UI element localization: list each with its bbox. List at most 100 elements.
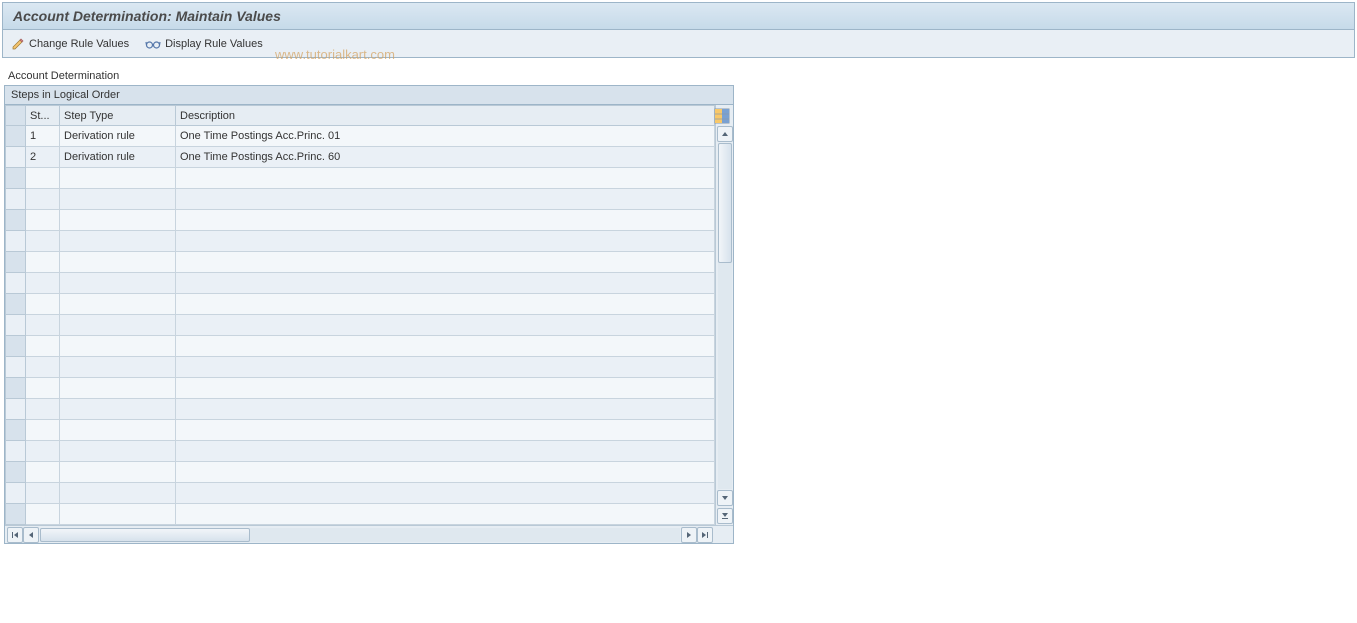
- table-row-empty[interactable]: [6, 399, 715, 420]
- row-selector[interactable]: [6, 315, 26, 336]
- row-selector[interactable]: [6, 441, 26, 462]
- scroll-track-vertical[interactable]: [718, 143, 732, 489]
- cell-step-type[interactable]: [60, 357, 176, 378]
- row-selector[interactable]: [6, 504, 26, 525]
- scroll-left-button[interactable]: [23, 527, 39, 543]
- cell-description[interactable]: [176, 294, 715, 315]
- table-row-empty[interactable]: [6, 189, 715, 210]
- table-row-empty[interactable]: [6, 231, 715, 252]
- cell-step-type[interactable]: [60, 168, 176, 189]
- cell-description[interactable]: [176, 336, 715, 357]
- cell-description[interactable]: [176, 168, 715, 189]
- display-rule-values-button[interactable]: Display Rule Values: [145, 38, 263, 50]
- table-row-empty[interactable]: [6, 315, 715, 336]
- cell-step-type[interactable]: [60, 315, 176, 336]
- scroll-left-end-button[interactable]: [7, 527, 23, 543]
- table-row[interactable]: 2Derivation ruleOne Time Postings Acc.Pr…: [6, 147, 715, 168]
- row-selector[interactable]: [6, 168, 26, 189]
- cell-step-type[interactable]: [60, 504, 176, 525]
- cell-st[interactable]: [26, 441, 60, 462]
- cell-st[interactable]: [26, 462, 60, 483]
- cell-st[interactable]: 2: [26, 147, 60, 168]
- cell-description[interactable]: [176, 231, 715, 252]
- row-selector[interactable]: [6, 336, 26, 357]
- row-selector[interactable]: [6, 462, 26, 483]
- cell-step-type[interactable]: [60, 294, 176, 315]
- column-header-step-type[interactable]: Step Type: [60, 106, 176, 126]
- cell-step-type[interactable]: Derivation rule: [60, 126, 176, 147]
- table-row-empty[interactable]: [6, 210, 715, 231]
- cell-description[interactable]: One Time Postings Acc.Princ. 01: [176, 126, 715, 147]
- row-selector[interactable]: [6, 294, 26, 315]
- cell-st[interactable]: [26, 399, 60, 420]
- row-selector[interactable]: [6, 399, 26, 420]
- cell-step-type[interactable]: [60, 252, 176, 273]
- cell-st[interactable]: [26, 378, 60, 399]
- cell-st[interactable]: [26, 336, 60, 357]
- cell-step-type[interactable]: [60, 273, 176, 294]
- row-selector[interactable]: [6, 231, 26, 252]
- cell-description[interactable]: [176, 420, 715, 441]
- table-row-empty[interactable]: [6, 378, 715, 399]
- row-selector[interactable]: [6, 357, 26, 378]
- cell-step-type[interactable]: [60, 336, 176, 357]
- row-selector[interactable]: [6, 189, 26, 210]
- table-row-empty[interactable]: [6, 168, 715, 189]
- cell-description[interactable]: [176, 189, 715, 210]
- row-selector[interactable]: [6, 420, 26, 441]
- cell-step-type[interactable]: Derivation rule: [60, 147, 176, 168]
- row-selector[interactable]: [6, 210, 26, 231]
- cell-step-type[interactable]: [60, 441, 176, 462]
- scroll-down-button[interactable]: [717, 490, 733, 506]
- row-selector[interactable]: [6, 483, 26, 504]
- vertical-scrollbar[interactable]: [715, 105, 733, 525]
- table-row-empty[interactable]: [6, 273, 715, 294]
- column-header-st[interactable]: St...: [26, 106, 60, 126]
- table-row-empty[interactable]: [6, 252, 715, 273]
- scroll-thumb-horizontal[interactable]: [40, 528, 250, 542]
- cell-description[interactable]: [176, 210, 715, 231]
- cell-st[interactable]: [26, 504, 60, 525]
- row-selector[interactable]: [6, 147, 26, 168]
- cell-step-type[interactable]: [60, 210, 176, 231]
- cell-step-type[interactable]: [60, 483, 176, 504]
- cell-description[interactable]: [176, 315, 715, 336]
- horizontal-scrollbar[interactable]: [5, 525, 733, 543]
- table-settings-icon[interactable]: [714, 108, 730, 124]
- table-row-empty[interactable]: [6, 441, 715, 462]
- cell-st[interactable]: [26, 210, 60, 231]
- cell-description[interactable]: [176, 462, 715, 483]
- row-selector[interactable]: [6, 252, 26, 273]
- cell-st[interactable]: [26, 357, 60, 378]
- scroll-track-horizontal[interactable]: [40, 528, 680, 542]
- cell-st[interactable]: [26, 189, 60, 210]
- cell-st[interactable]: [26, 420, 60, 441]
- cell-description[interactable]: [176, 378, 715, 399]
- cell-step-type[interactable]: [60, 462, 176, 483]
- cell-st[interactable]: [26, 273, 60, 294]
- cell-st[interactable]: [26, 315, 60, 336]
- cell-step-type[interactable]: [60, 378, 176, 399]
- cell-st[interactable]: [26, 252, 60, 273]
- row-selector[interactable]: [6, 378, 26, 399]
- row-selector[interactable]: [6, 126, 26, 147]
- row-selector[interactable]: [6, 273, 26, 294]
- scroll-right-end-button[interactable]: [697, 527, 713, 543]
- cell-description[interactable]: One Time Postings Acc.Princ. 60: [176, 147, 715, 168]
- table-row-empty[interactable]: [6, 336, 715, 357]
- cell-description[interactable]: [176, 399, 715, 420]
- cell-step-type[interactable]: [60, 420, 176, 441]
- table-row-empty[interactable]: [6, 357, 715, 378]
- cell-st[interactable]: [26, 294, 60, 315]
- table-row-empty[interactable]: [6, 420, 715, 441]
- column-header-selector[interactable]: [6, 106, 26, 126]
- scroll-up-button[interactable]: [717, 126, 733, 142]
- scroll-right-button[interactable]: [681, 527, 697, 543]
- column-header-description[interactable]: Description: [176, 106, 715, 126]
- cell-st[interactable]: 1: [26, 126, 60, 147]
- cell-description[interactable]: [176, 483, 715, 504]
- scroll-thumb-vertical[interactable]: [718, 143, 732, 263]
- scroll-bottom-button[interactable]: [717, 508, 733, 524]
- table-row-empty[interactable]: [6, 504, 715, 525]
- table-row[interactable]: 1Derivation ruleOne Time Postings Acc.Pr…: [6, 126, 715, 147]
